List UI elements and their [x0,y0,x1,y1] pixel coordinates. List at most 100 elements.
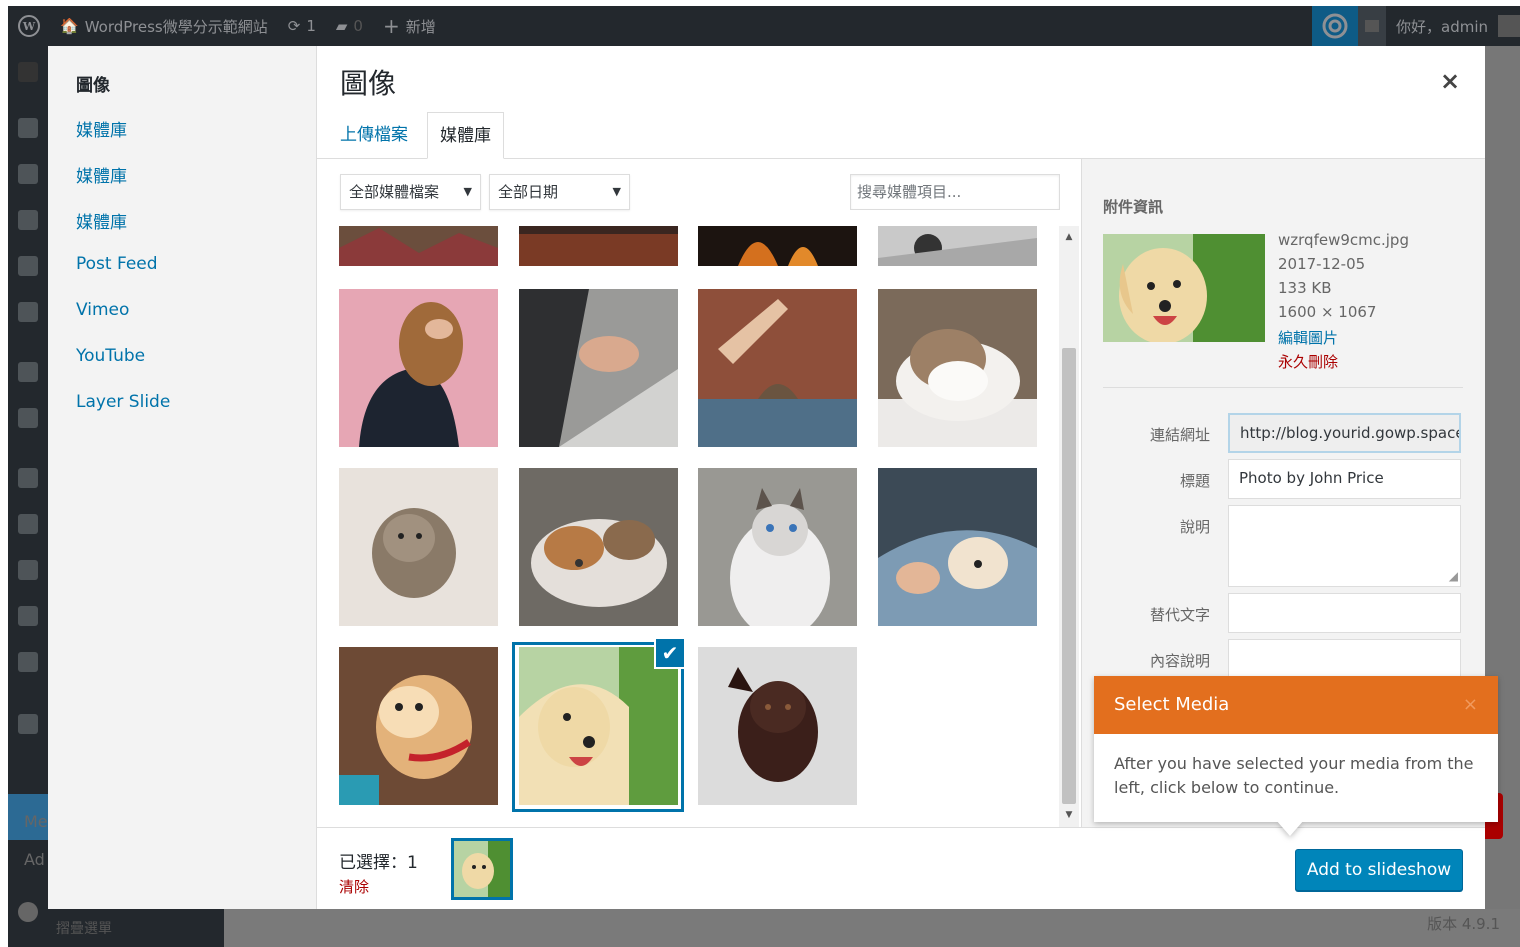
dropdown-arrow-icon: ▼ [612,185,621,198]
menu-item-vimeo[interactable]: Vimeo [76,300,129,320]
caption-field[interactable]: ◢ [1228,505,1461,587]
collapse-icon[interactable] [18,902,38,922]
attachment-thumb[interactable] [878,226,1037,266]
sidebar-separator [1103,387,1463,388]
modal-title: 圖像 [340,67,397,100]
dashboard-icon[interactable] [18,62,38,82]
tab-upload[interactable]: 上傳檔案 [328,112,420,159]
new-content-link[interactable]: + 新增 [373,6,446,46]
scroll-up-icon[interactable]: ▲ [1062,232,1076,242]
attachment-thumb[interactable] [698,289,857,447]
menu-item-youtube[interactable]: YouTube [76,346,145,366]
clear-selection-link[interactable]: 清除 [339,876,369,897]
attachment-dimensions: 1600 × 1067 [1278,303,1377,321]
attachment-date: 2017-12-05 [1278,255,1366,273]
attachment-thumb[interactable] [339,289,498,447]
site-name-link[interactable]: 🏠 WordPress微學分示範網站 [50,6,278,46]
menu-item-post-feed[interactable]: Post Feed [76,254,158,274]
attachment-thumb[interactable] [339,647,498,805]
attachment-thumb[interactable] [698,647,857,805]
close-icon[interactable]: × [1435,66,1465,96]
selected-mini-thumb[interactable] [451,838,513,900]
wp-logo-icon[interactable]: W [8,6,50,46]
users-icon[interactable] [18,560,38,580]
facebook-icon[interactable] [18,714,38,734]
settings-icon[interactable] [18,652,38,672]
scrollbar-thumb[interactable] [1062,348,1076,804]
attachment-thumb[interactable] [698,226,857,266]
lifebuoy-icon[interactable] [1312,6,1358,46]
dropdown-arrow-icon: ▼ [463,185,472,198]
plugins-icon[interactable] [18,514,38,534]
filter-type-select[interactable]: 全部媒體檔案 ▼ [340,174,481,210]
attachment-thumb[interactable] [878,468,1037,626]
tab-media-library[interactable]: 媒體庫 [427,112,504,159]
updates-link[interactable]: ⟳ 1 [278,6,326,46]
filter-type-value: 全部媒體檔案 [349,183,440,201]
caption-label: 說明 [1179,518,1210,536]
admin-bar: W 🏠 WordPress微學分示範網站 ⟳ 1 ▰ 0 + 新增 你好，adm… [8,6,1520,46]
url-field[interactable]: http://blog.yourid.gowp.space [1228,413,1461,453]
attachment-details-heading: 附件資訊 [1103,198,1164,216]
attachment-thumb[interactable] [519,289,678,447]
admin-menu: Me Ad [8,46,48,947]
tools-icon[interactable] [18,606,38,626]
collapse-label: 摺疊選單 [56,921,112,937]
user-greeting[interactable]: 你好，admin [1386,16,1494,37]
comments-icon[interactable] [18,256,38,276]
add-to-slideshow-button[interactable]: Add to slideshow [1295,849,1463,891]
search-placeholder: 搜尋媒體項目... [857,183,962,201]
wp-version: 版本 4.9.1 [1427,915,1500,933]
menu-text-ad[interactable]: Ad [24,850,45,869]
alt-text-field[interactable] [1228,593,1461,633]
scroll-down-icon[interactable]: ▼ [1062,810,1076,820]
menu-item-library-1[interactable]: 媒體庫 [76,116,127,141]
filter-date-value: 全部日期 [498,183,559,201]
attachments-grid [317,226,1063,828]
home-icon: 🏠 [60,17,79,35]
media-icon[interactable] [18,164,38,184]
pages-icon[interactable] [18,210,38,230]
edit-image-link[interactable]: 編輯圖片 [1278,327,1338,348]
resize-handle-icon[interactable]: ◢ [1449,558,1458,586]
avatar[interactable] [1498,15,1520,37]
delete-permanently-link[interactable]: 永久刪除 [1278,351,1338,372]
menu-item-library-3[interactable]: 媒體庫 [76,208,127,233]
attachment-thumb[interactable] [698,468,857,626]
filter-date-select[interactable]: 全部日期 ▼ [489,174,630,210]
attachment-filename: wzrqfew9cmc.jpg [1278,231,1409,249]
pointer-arrow [1276,820,1304,836]
media-menu-heading: 圖像 [76,76,110,96]
search-input[interactable]: 搜尋媒體項目... [850,174,1060,210]
checkmark-icon[interactable]: ✔ [654,637,686,669]
menu-item-layer-slide[interactable]: Layer Slide [76,392,170,412]
screen-icon[interactable] [1358,6,1386,46]
svg-text:W: W [22,20,36,33]
pointer-close-icon[interactable]: × [1463,676,1478,734]
comments-link[interactable]: ▰ 0 [326,6,373,46]
url-label: 連結網址 [1149,426,1210,444]
refresh-icon: ⟳ [287,17,301,35]
title-field[interactable]: Photo by John Price [1228,459,1461,499]
woo-icon[interactable] [18,362,38,382]
select-media-pointer: Select Media × After you have selected y… [1094,676,1498,836]
site-name: WordPress微學分示範網站 [84,17,268,36]
appearance-icon[interactable] [18,468,38,488]
attachment-thumb[interactable] [878,289,1037,447]
collapse-menu[interactable]: 摺疊選單 [48,909,224,947]
products-icon[interactable] [18,408,38,428]
description-label: 內容說明 [1149,652,1210,670]
attachment-thumb[interactable] [519,226,678,266]
attachment-filesize: 133 KB [1278,279,1332,297]
forms-icon[interactable] [18,302,38,322]
menu-item-library-2[interactable]: 媒體庫 [76,162,127,187]
media-menu: 圖像 媒體庫 媒體庫 媒體庫 Post Feed Vimeo YouTube L… [48,46,317,909]
attachment-thumb[interactable] [519,468,678,626]
attachment-thumb[interactable] [339,226,498,266]
new-label: 新增 [405,17,436,36]
title-label: 標題 [1179,472,1210,490]
menu-text-me[interactable]: Me [24,812,48,831]
description-field[interactable] [1228,639,1461,679]
attachment-thumb[interactable] [339,468,498,626]
pin-icon[interactable] [18,118,38,138]
